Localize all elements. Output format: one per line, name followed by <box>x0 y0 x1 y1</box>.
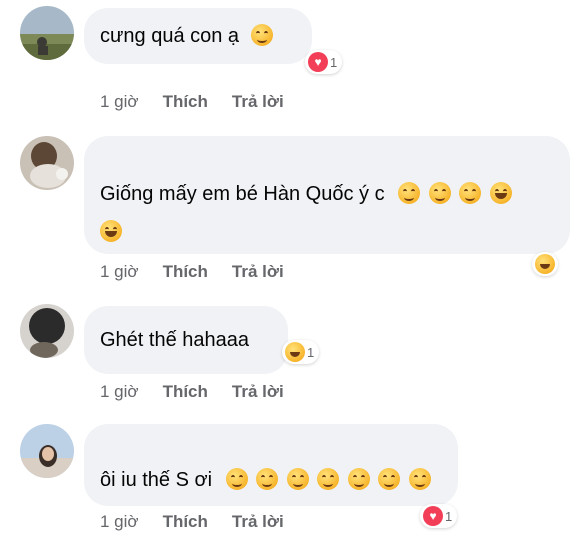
reaction-badge[interactable]: 1 <box>282 340 320 364</box>
reply-button[interactable]: Trả lời <box>232 92 284 112</box>
smiling-face-with-hearts-icon <box>347 468 370 490</box>
smiling-face-with-hearts-icon <box>286 468 309 490</box>
like-button[interactable]: Thích <box>163 512 208 532</box>
like-button[interactable]: Thích <box>163 92 208 112</box>
comment-text: Ghét thế hahaaa <box>100 329 250 351</box>
reply-button[interactable]: Trả lời <box>232 512 284 532</box>
smiling-face-with-hearts-icon <box>428 182 451 204</box>
smiling-face-with-hearts-icon <box>398 182 421 204</box>
comment-bubble: Giống mấy em bé Hàn Quốc ý c <box>84 136 570 254</box>
timestamp[interactable]: 1 giờ <box>100 92 139 112</box>
smiling-blush-icon <box>250 24 273 46</box>
comment-bubble: Ghét thế hahaaa <box>84 306 288 374</box>
comment-actions: 1 giờ Thích Trả lời <box>100 382 308 402</box>
reaction-badge[interactable]: ♥ 1 <box>305 50 343 74</box>
like-button[interactable]: Thích <box>163 262 208 282</box>
reaction-count: 1 <box>445 508 453 524</box>
heart-icon: ♥ <box>308 52 328 72</box>
avatar[interactable] <box>20 304 74 358</box>
smiling-face-with-hearts-icon <box>409 468 431 490</box>
smiling-face-with-hearts-icon <box>317 468 340 490</box>
smiling-face-with-hearts-icon <box>378 468 401 490</box>
reply-button[interactable]: Trả lời <box>232 262 284 282</box>
timestamp[interactable]: 1 giờ <box>100 512 139 532</box>
reaction-count: 1 <box>330 54 338 70</box>
timestamp[interactable]: 1 giờ <box>100 382 139 402</box>
comment-actions: 1 giờ Thích Trả lời <box>100 92 308 112</box>
reaction-count: 1 <box>307 344 315 360</box>
laughing-icon <box>535 254 555 274</box>
reaction-badge[interactable] <box>532 252 558 276</box>
reply-button[interactable]: Trả lời <box>232 382 284 402</box>
avatar[interactable] <box>20 6 74 60</box>
comment-bubble: ôi iu thế S ơi <box>84 424 458 506</box>
laughing-icon <box>100 220 122 242</box>
comment-text: Giống mấy em bé Hàn Quốc ý c <box>100 183 385 205</box>
reaction-badge[interactable]: ♥ 1 <box>420 504 458 528</box>
comment-text: ôi iu thế S ơi <box>100 469 213 491</box>
laughing-icon <box>285 342 305 362</box>
smiling-face-with-hearts-icon <box>459 182 482 204</box>
avatar[interactable] <box>20 424 74 478</box>
timestamp[interactable]: 1 giờ <box>100 262 139 282</box>
comment-actions: 1 giờ Thích Trả lời <box>100 262 308 282</box>
laughing-icon <box>489 182 512 204</box>
comment-actions: 1 giờ Thích Trả lời <box>100 512 308 532</box>
comment-text: cưng quá con ạ <box>100 25 240 47</box>
smiling-face-with-hearts-icon <box>225 468 248 490</box>
comment-bubble: cưng quá con ạ <box>84 8 312 64</box>
heart-icon: ♥ <box>423 506 443 526</box>
smiling-face-with-hearts-icon <box>256 468 279 490</box>
avatar[interactable] <box>20 136 74 190</box>
like-button[interactable]: Thích <box>163 382 208 402</box>
